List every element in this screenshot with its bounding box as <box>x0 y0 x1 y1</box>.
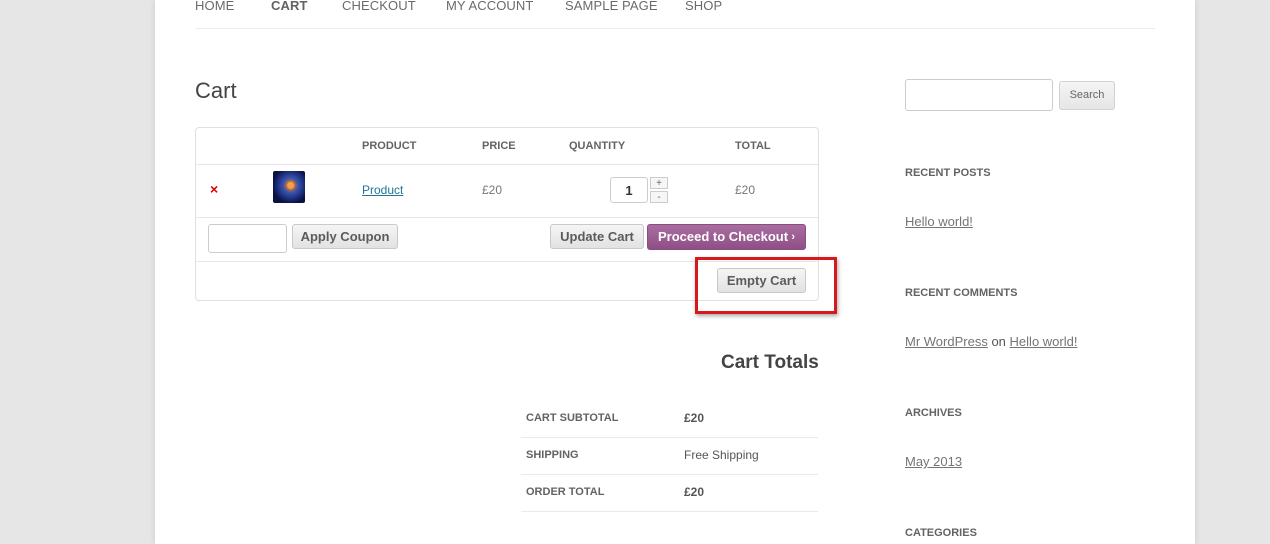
page-title: Cart <box>195 78 237 103</box>
comment-on-text: on <box>991 334 1006 349</box>
quantity-increase-button[interactable]: + <box>650 177 668 189</box>
product-thumbnail[interactable] <box>273 171 305 203</box>
update-cart-button[interactable]: Update Cart <box>550 224 644 249</box>
nav-cart[interactable]: CART <box>271 0 308 13</box>
apply-coupon-button[interactable]: Apply Coupon <box>292 224 398 249</box>
nav-checkout[interactable]: CHECKOUT <box>342 0 416 13</box>
comment-author-link[interactable]: Mr WordPress <box>905 334 988 349</box>
totals-value: Free Shipping <box>684 448 759 462</box>
totals-row-subtotal: CART SUBTOTAL £20 <box>521 400 818 438</box>
nav-sample-page[interactable]: SAMPLE PAGE <box>565 0 658 13</box>
totals-label: SHIPPING <box>526 449 579 461</box>
header-product: PRODUCT <box>362 140 417 152</box>
archives-title: ARCHIVES <box>905 407 962 419</box>
search-input[interactable] <box>905 79 1053 111</box>
checkout-label: Proceed to Checkout <box>658 229 789 244</box>
product-link[interactable]: Product <box>362 183 403 197</box>
nav-my-account[interactable]: MY ACCOUNT <box>446 0 533 13</box>
header-quantity: QUANTITY <box>569 140 626 152</box>
highlight-box <box>695 257 837 314</box>
recent-comments-title: RECENT COMMENTS <box>905 287 1018 299</box>
cart-totals-title: Cart Totals <box>721 352 819 373</box>
recent-posts-title: RECENT POSTS <box>905 167 991 179</box>
quantity-input[interactable]: 1 <box>610 177 648 203</box>
archive-link[interactable]: May 2013 <box>905 454 962 469</box>
divider <box>196 164 818 165</box>
totals-label: ORDER TOTAL <box>526 486 605 498</box>
row-total: £20 <box>735 183 756 197</box>
chevron-right-icon: › <box>791 231 795 243</box>
recent-comment-item: Mr WordPress on Hello world! <box>905 334 1077 349</box>
remove-item-icon[interactable]: × <box>210 181 218 197</box>
totals-label: CART SUBTOTAL <box>526 412 619 424</box>
product-price: £20 <box>482 183 503 197</box>
quantity-decrease-button[interactable]: - <box>650 191 668 203</box>
proceed-to-checkout-button[interactable]: Proceed to Checkout › <box>647 224 806 250</box>
search-button[interactable]: Search <box>1059 81 1115 110</box>
header-price: PRICE <box>482 140 516 152</box>
divider <box>196 217 818 218</box>
page-container: HOME CART CHECKOUT MY ACCOUNT SAMPLE PAG… <box>155 0 1195 544</box>
header-total: TOTAL <box>735 140 771 152</box>
nav-shop[interactable]: SHOP <box>685 0 722 13</box>
recent-post-link[interactable]: Hello world! <box>905 214 973 229</box>
totals-row-order-total: ORDER TOTAL £20 <box>521 474 818 512</box>
totals-row-shipping: SHIPPING Free Shipping <box>521 437 818 475</box>
coupon-code-input[interactable] <box>208 224 287 253</box>
nav-home[interactable]: HOME <box>195 0 234 13</box>
categories-title: CATEGORIES <box>905 527 977 539</box>
totals-value: £20 <box>684 411 705 425</box>
main-navigation: HOME CART CHECKOUT MY ACCOUNT SAMPLE PAG… <box>195 0 1155 29</box>
comment-post-link[interactable]: Hello world! <box>1010 334 1078 349</box>
totals-value: £20 <box>684 485 705 499</box>
